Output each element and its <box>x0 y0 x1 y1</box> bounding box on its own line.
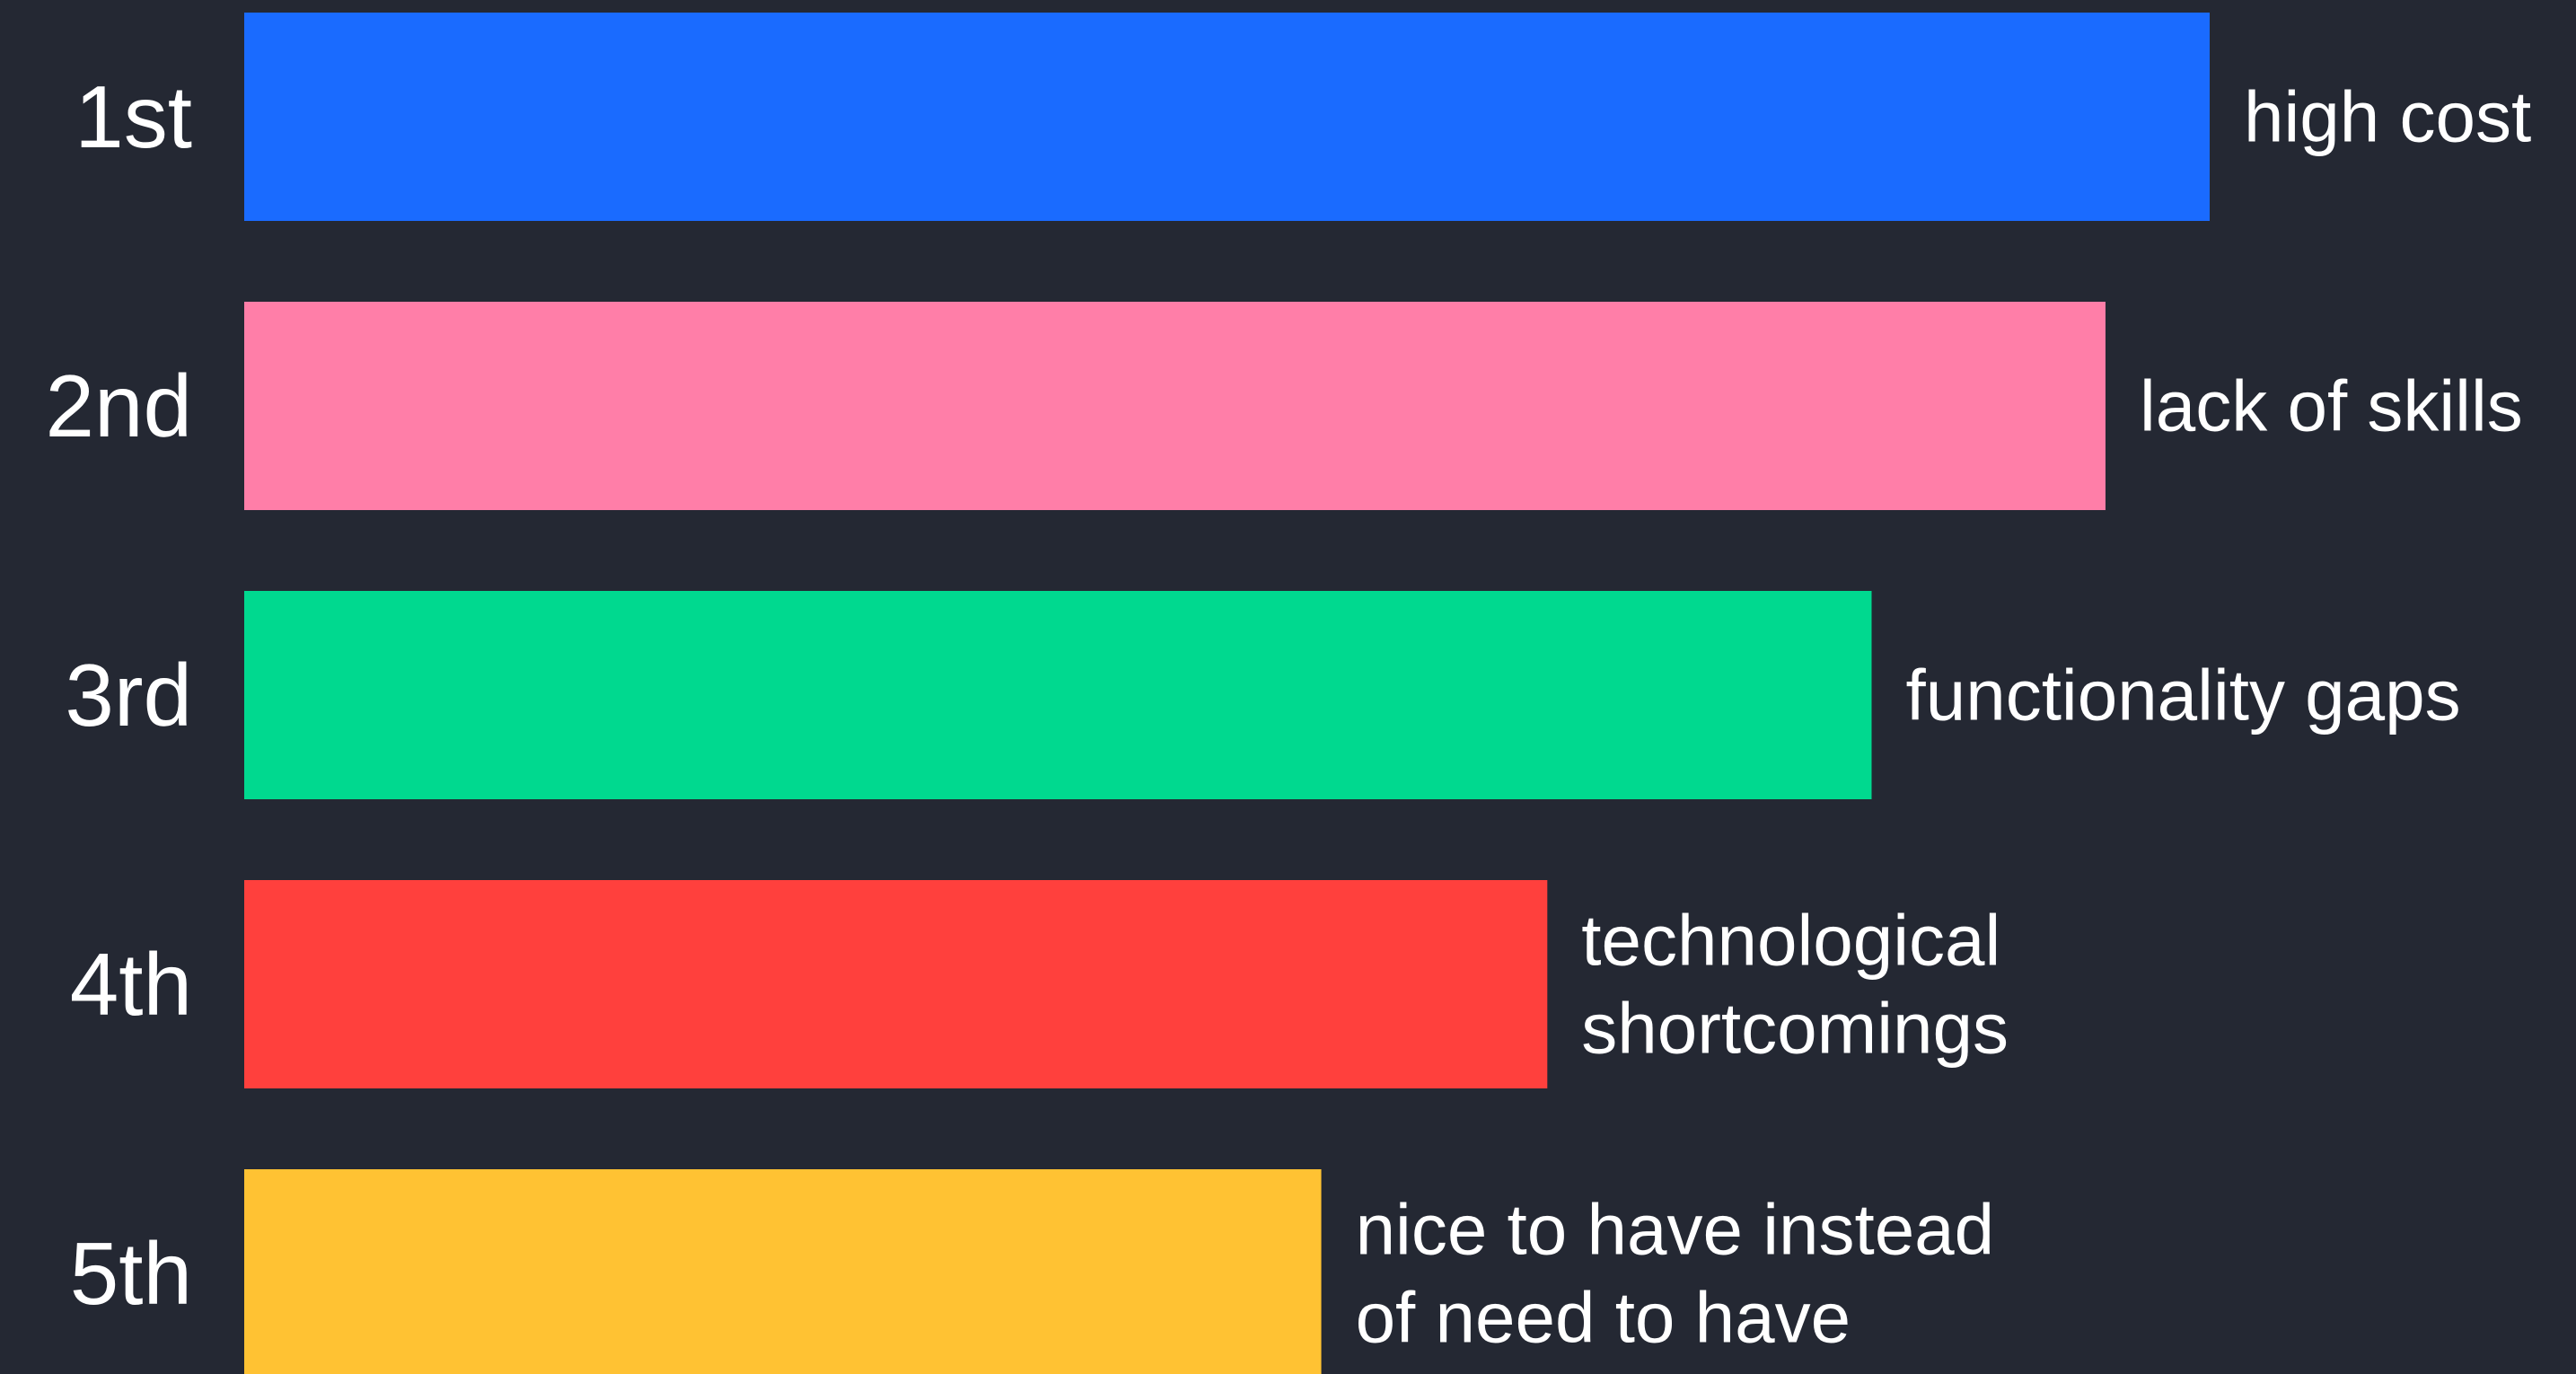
category-label-4-line-1: technological <box>1581 901 2000 981</box>
bar-3 <box>244 591 1872 799</box>
category-label-1: high cost <box>2244 77 2531 157</box>
rank-label-4: 4th <box>70 935 192 1034</box>
ranked-bar-chart: 1st high cost 2nd lack of skills 3rd function… <box>45 13 2531 1374</box>
bar-2 <box>244 302 2106 510</box>
category-label-5-line-1: nice to have instead <box>1356 1190 1995 1270</box>
bar-5 <box>244 1169 1322 1374</box>
bar-1 <box>244 13 2210 221</box>
category-label-4-line-2: shortcomings <box>1581 989 2009 1069</box>
rank-label-2: 2nd <box>45 357 192 455</box>
category-label-3: functionality gaps <box>1905 656 2460 735</box>
bar-4 <box>244 880 1548 1088</box>
rank-label-5: 5th <box>70 1224 192 1323</box>
category-label-2: lack of skills <box>2140 366 2523 446</box>
rank-label-1: 1st <box>75 67 192 166</box>
category-label-5-line-2: of need to have <box>1356 1278 1851 1358</box>
rank-label-3: 3rd <box>65 646 192 744</box>
